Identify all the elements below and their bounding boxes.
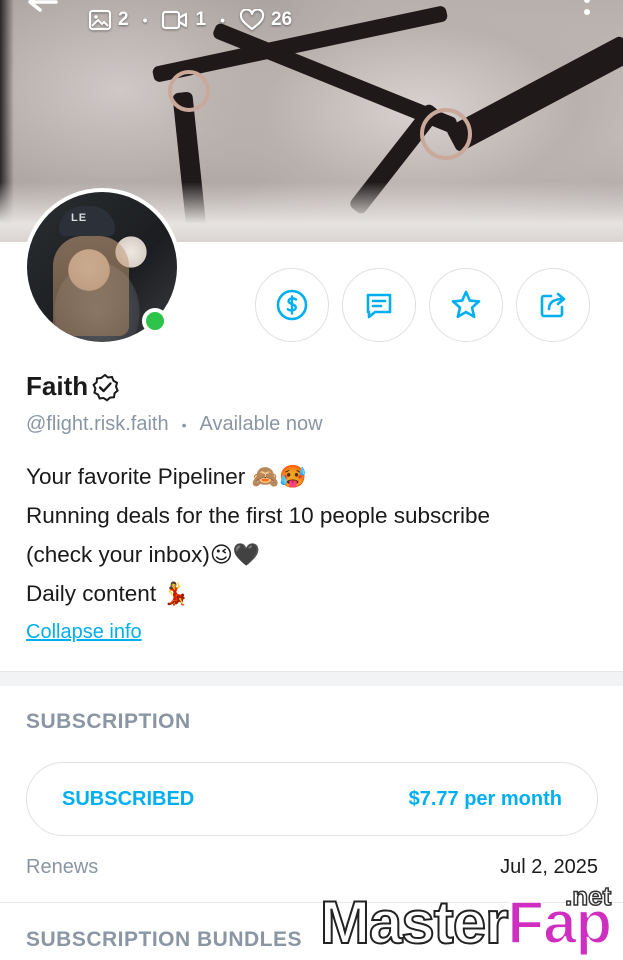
favorite-button[interactable]	[429, 268, 503, 342]
message-icon	[366, 293, 392, 319]
bio-emoji: 🙈🥵	[251, 465, 307, 490]
availability-status: Available now	[199, 413, 323, 435]
bio-line: Daily content 💃	[26, 575, 606, 614]
bio-emoji: 💃	[162, 582, 190, 607]
like-count: 26	[270, 9, 293, 30]
online-status-dot	[142, 308, 168, 334]
cover-stats: 2 • 1 • 26	[88, 6, 292, 34]
message-button[interactable]	[342, 268, 416, 342]
video-icon	[162, 10, 188, 30]
share-button[interactable]	[516, 268, 590, 342]
subscribed-label: SUBSCRIBED	[62, 787, 195, 810]
watermark-net-text: .net	[564, 880, 612, 912]
renews-date: Jul 2, 2025	[500, 856, 598, 878]
handle-separator: •	[181, 416, 187, 433]
watermark-master-text: Master	[319, 889, 509, 957]
bio-line-text: Your favorite Pipeliner	[26, 464, 252, 489]
renews-row: Renews Jul 2, 2025	[26, 856, 598, 879]
cover-ring	[420, 108, 472, 160]
collapse-info-link[interactable]: Collapse info	[26, 621, 142, 644]
profile-handle: @flight.risk.faith	[26, 413, 169, 435]
bio-line: Your favorite Pipeliner 🙈🥵	[26, 458, 606, 497]
profile-actions	[255, 268, 590, 342]
avatar-cap-text: LE	[71, 212, 88, 224]
star-icon	[451, 290, 481, 319]
share-icon	[540, 292, 566, 318]
bio-line: Running deals for the first 10 people su…	[26, 497, 606, 536]
stat-separator: •	[220, 12, 225, 28]
back-arrow-icon[interactable]	[24, 0, 58, 20]
profile-bio: Your favorite Pipeliner 🙈🥵 Running deals…	[26, 458, 606, 614]
verified-badge-icon	[92, 373, 119, 401]
bio-line-text: (check your inbox)	[26, 542, 210, 567]
photo-count: 2	[118, 9, 129, 30]
profile-name-row: Faith	[26, 371, 120, 402]
avatar-hair	[53, 236, 129, 336]
renews-label: Renews	[26, 856, 99, 878]
video-count: 1	[195, 9, 207, 30]
subscription-price: $7.77 per month	[408, 787, 562, 810]
profile-name: Faith	[26, 371, 89, 401]
tip-button[interactable]	[255, 268, 329, 342]
image-icon	[88, 9, 112, 31]
bio-emoji: 😉🖤	[209, 543, 261, 568]
subscribed-button[interactable]: SUBSCRIBED $7.77 per month	[26, 762, 598, 836]
heart-icon	[239, 9, 265, 31]
section-divider	[0, 671, 623, 686]
bundles-section-title: SUBSCRIPTION BUNDLES	[26, 928, 303, 951]
subscription-section-title: SUBSCRIPTION	[26, 710, 191, 733]
stat-separator: •	[142, 12, 148, 28]
bio-line-text: Running deals for the first 10 people su…	[26, 503, 491, 528]
bio-line-text: Daily content	[26, 581, 163, 606]
handle-row: @flight.risk.faith • Available now	[26, 413, 323, 436]
dollar-circle-icon	[276, 289, 308, 321]
bio-line: (check your inbox)😉🖤	[26, 536, 606, 575]
cover-ring	[168, 70, 210, 112]
more-options-icon[interactable]	[580, 0, 594, 18]
